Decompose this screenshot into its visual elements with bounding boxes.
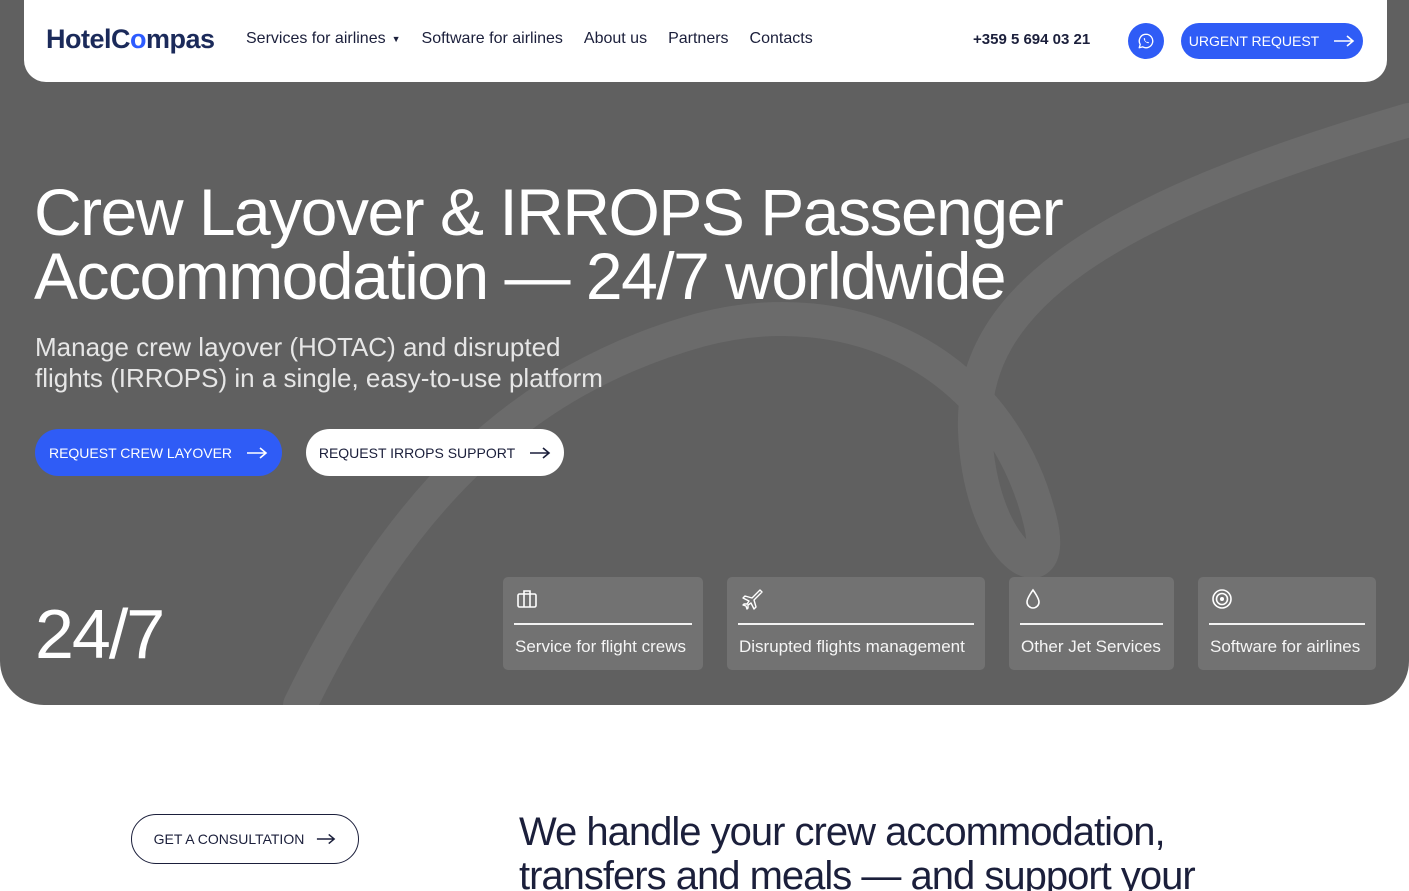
nav-item-label: Contacts — [749, 30, 813, 47]
card-disrupted-flights[interactable]: Disrupted flights management — [727, 577, 985, 670]
nav-item-contacts[interactable]: Contacts — [750, 30, 813, 48]
main-nav: Services for airlines ▼ Software for air… — [246, 30, 834, 48]
nav-item-label: Partners — [668, 30, 729, 47]
card-service-flight-crews[interactable]: Service for flight crews — [503, 577, 703, 670]
arrow-right-icon — [530, 446, 551, 459]
availability-stat: 24/7 — [35, 595, 165, 673]
request-irrops-support-label: REQUEST IRROPS SUPPORT — [318, 444, 516, 461]
whatsapp-button[interactable] — [1128, 23, 1164, 59]
intro-heading: We handle your crew accommodation, trans… — [519, 810, 1389, 891]
card-divider — [514, 623, 692, 625]
card-divider — [1209, 623, 1365, 625]
nav-item-partners[interactable]: Partners — [668, 30, 728, 48]
luggage-icon — [517, 590, 537, 608]
hero-section: Crew Layover & IRROPS Passenger Accommod… — [0, 0, 1409, 705]
urgent-request-label: URGENT REQUEST — [1188, 33, 1320, 49]
caret-down-icon: ▼ — [391, 34, 401, 44]
airplane-icon — [742, 589, 763, 610]
nav-item-label: About us — [583, 30, 648, 47]
get-consultation-button[interactable]: GET A CONSULTATION — [131, 814, 359, 864]
hero-title: Crew Layover & IRROPS Passenger Accommod… — [34, 175, 1134, 313]
nav-item-about-us[interactable]: About us — [584, 30, 647, 48]
card-label: Disrupted flights management — [739, 637, 965, 656]
hotelcompas-logo[interactable]: HotelCompas — [46, 24, 215, 55]
hero-subtitle: Manage crew layover (HOTAC) and disrupte… — [35, 332, 675, 394]
card-label: Software for airlines — [1210, 637, 1361, 656]
nav-item-software-for-airlines[interactable]: Software for airlines — [422, 30, 563, 48]
hero-title-line-1: Crew Layover & IRROPS Passenger — [34, 175, 1064, 249]
nav-item-label: Services for airlines — [246, 30, 386, 47]
fuel-drop-icon — [1026, 588, 1040, 609]
card-divider — [738, 623, 974, 625]
request-crew-layover-button[interactable]: REQUEST CREW LAYOVER — [35, 429, 282, 476]
nav-item-label: Software for airlines — [421, 30, 563, 47]
card-label: Service for flight crews — [515, 637, 686, 656]
top-navbar: HotelCompas Services for airlines ▼ Soft… — [24, 0, 1387, 82]
logo-text-part: mpas — [146, 24, 215, 54]
whatsapp-icon — [1138, 33, 1154, 49]
intro-heading-line-2: transfers and meals — and support your — [519, 854, 1196, 891]
get-consultation-label: GET A CONSULTATION — [153, 831, 305, 847]
intro-heading-line-1: We handle your crew accommodation, — [519, 810, 1166, 854]
card-label: Other Jet Services — [1021, 637, 1161, 656]
logo-compass-o: o — [130, 24, 147, 54]
phone-number-link[interactable]: +359 5 694 03 21 — [973, 31, 1090, 48]
card-other-jet-services[interactable]: Other Jet Services — [1009, 577, 1174, 670]
card-divider — [1020, 623, 1163, 625]
nav-item-services-for-airlines[interactable]: Services for airlines ▼ — [246, 30, 401, 48]
hero-title-line-2: Accommodation — 24/7 worldwide — [34, 239, 1007, 313]
arrow-right-icon — [247, 446, 268, 459]
target-icon — [1212, 589, 1232, 609]
arrow-right-icon — [1334, 35, 1355, 47]
arrow-right-icon — [317, 833, 336, 845]
urgent-request-button[interactable]: URGENT REQUEST — [1181, 23, 1363, 59]
hero-subtitle-line-1: Manage crew layover (HOTAC) and disrupte… — [35, 332, 561, 362]
card-software-for-airlines[interactable]: Software for airlines — [1198, 577, 1376, 670]
hero-subtitle-line-2: flights (IRROPS) in a single, easy-to-us… — [35, 363, 603, 393]
request-crew-layover-label: REQUEST CREW LAYOVER — [48, 444, 233, 461]
request-irrops-support-button[interactable]: REQUEST IRROPS SUPPORT — [306, 429, 564, 476]
logo-text-part: HotelC — [46, 24, 131, 54]
